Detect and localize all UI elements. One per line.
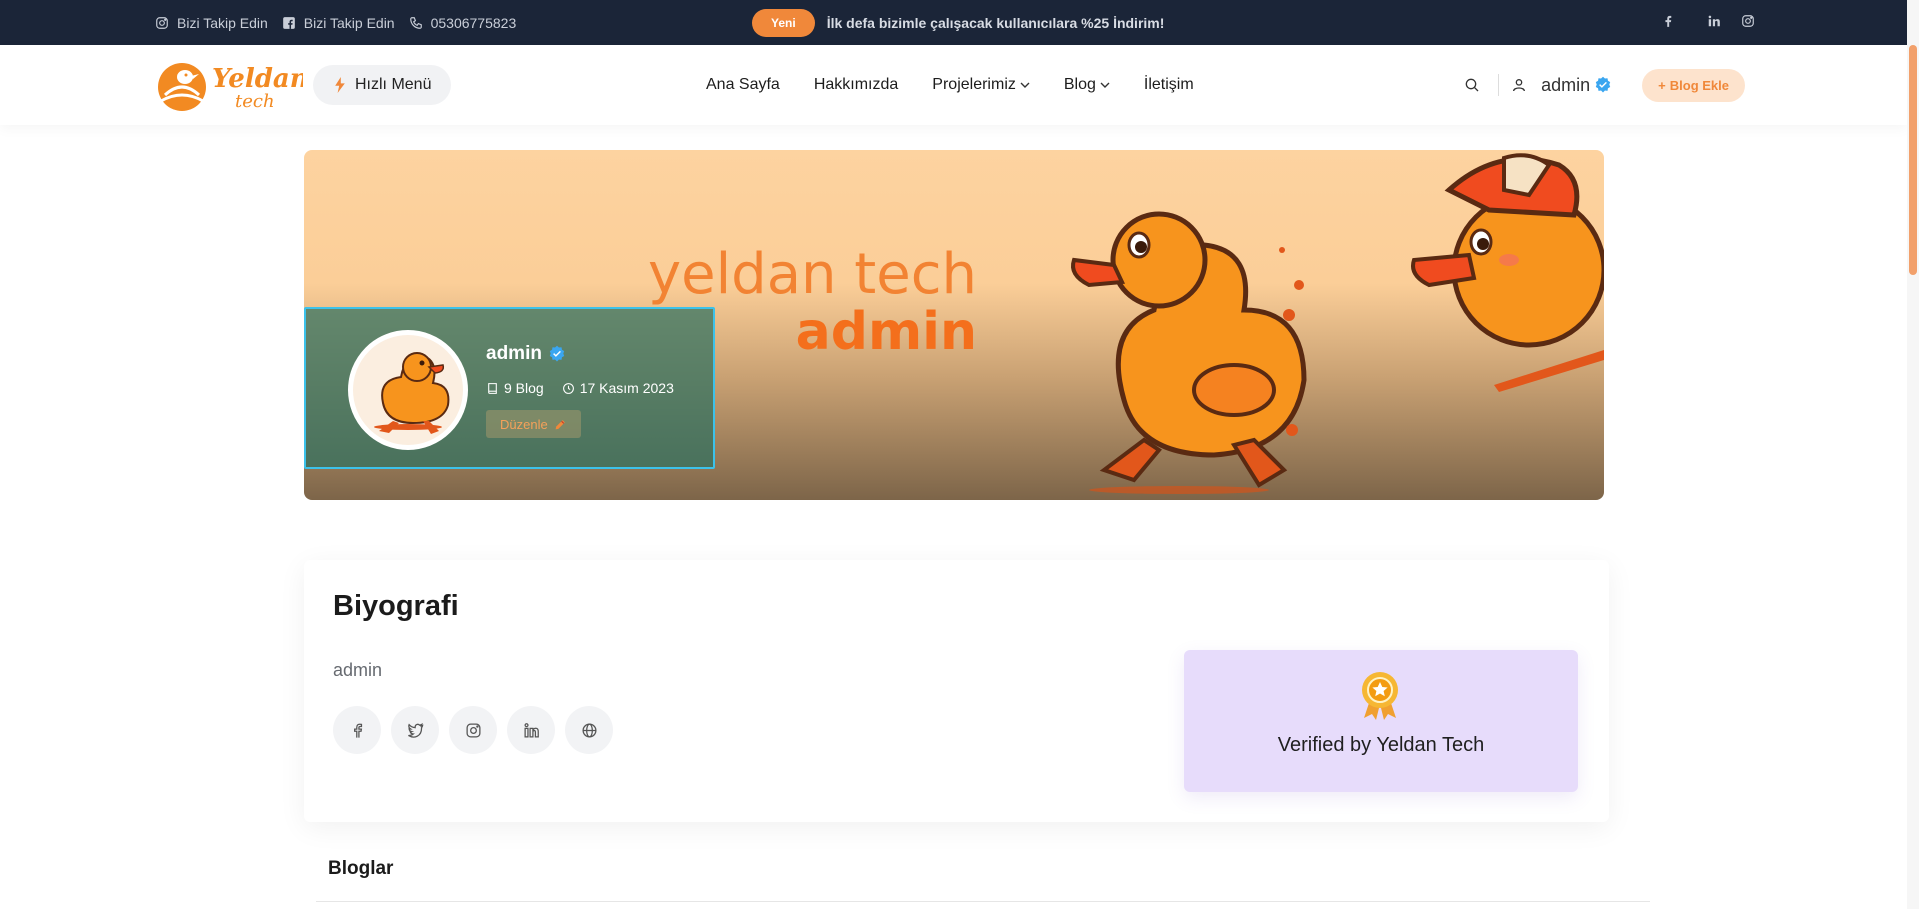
blog-count: 9 Blog bbox=[486, 380, 544, 396]
facebook-icon bbox=[282, 16, 295, 29]
new-badge: Yeni bbox=[752, 8, 815, 37]
join-date-text: 17 Kasım 2023 bbox=[579, 380, 674, 396]
banner-subtitle: admin bbox=[795, 302, 977, 362]
nav-item-blog[interactable]: Blog bbox=[1064, 76, 1110, 94]
nav-item-label: Hakkımızda bbox=[813, 76, 899, 93]
twitter-icon bbox=[407, 722, 423, 738]
facebook-follow-label: Bizi Takip Edin bbox=[303, 14, 395, 31]
edit-label: Düzenle bbox=[500, 416, 548, 432]
clock-icon bbox=[562, 382, 574, 394]
promo-text: İlk defa bizimle çalışacak kullanıcılara… bbox=[826, 14, 1165, 31]
instagram-icon bbox=[1742, 15, 1754, 27]
verified-badge-icon bbox=[1595, 76, 1611, 93]
main-nav: Ana Sayfa Hakkımızda Projelerimiz Blog İ… bbox=[706, 45, 1194, 125]
nav-item-about[interactable]: Hakkımızda bbox=[814, 76, 898, 94]
lightning-icon bbox=[335, 77, 345, 93]
phone-icon bbox=[409, 16, 422, 29]
nav-item-home[interactable]: Ana Sayfa bbox=[706, 76, 780, 94]
header-username[interactable]: admin bbox=[1541, 75, 1590, 96]
header-actions: admin + Blog Ekle bbox=[1464, 45, 1745, 125]
blog-add-label: Blog Ekle bbox=[1669, 77, 1729, 93]
page-scrollbar[interactable] bbox=[1907, 0, 1919, 909]
blogs-divider bbox=[316, 901, 1650, 902]
site-logo[interactable]: Yeldan tech bbox=[155, 57, 309, 113]
social-twitter-button[interactable] bbox=[391, 706, 439, 754]
facebook-icon bbox=[1665, 15, 1672, 27]
profile-name: admin bbox=[486, 343, 542, 364]
linkedin-icon bbox=[523, 722, 539, 738]
top-bar-contacts: Bizi Takip Edin Bizi Takip Edin 05306775… bbox=[155, 0, 516, 45]
instagram-follow-link[interactable]: Bizi Takip Edin bbox=[155, 15, 268, 31]
verified-panel: Verified by Yeldan Tech bbox=[1184, 650, 1578, 792]
profile-meta: 9 Blog 17 Kasım 2023 bbox=[486, 380, 674, 396]
avatar bbox=[348, 330, 468, 450]
quick-menu-label: Hızlı Menü bbox=[355, 76, 432, 93]
social-facebook-button[interactable] bbox=[333, 706, 381, 754]
nav-item-projects[interactable]: Projelerimiz bbox=[932, 76, 1030, 94]
book-icon bbox=[488, 382, 497, 394]
chevron-down-icon bbox=[1100, 82, 1110, 88]
facebook-follow-link[interactable]: Bizi Takip Edin bbox=[282, 15, 395, 31]
plus-icon: + bbox=[1658, 77, 1666, 93]
promo-bar: Yeni İlk defa bizimle çalışacak kullanıc… bbox=[752, 0, 1164, 45]
social-links bbox=[333, 706, 613, 754]
running-duck-illustration bbox=[1071, 211, 1307, 494]
blog-count-text: 9 Blog bbox=[504, 380, 544, 396]
duck-with-cap-illustration bbox=[1411, 153, 1604, 392]
svg-text:Yeldan: Yeldan bbox=[212, 64, 303, 94]
top-bar: Bizi Takip Edin Bizi Takip Edin 05306775… bbox=[0, 0, 1919, 45]
linkedin-link[interactable] bbox=[1707, 14, 1721, 31]
medal-icon bbox=[1362, 672, 1398, 720]
instagram-icon bbox=[465, 722, 481, 738]
instagram-icon bbox=[156, 16, 168, 29]
edit-profile-button[interactable]: Düzenle bbox=[486, 410, 581, 438]
facebook-link[interactable] bbox=[1661, 14, 1675, 31]
social-linkedin-button[interactable] bbox=[507, 706, 555, 754]
blog-add-button[interactable]: + Blog Ekle bbox=[1642, 68, 1745, 102]
quick-menu-button[interactable]: Hızlı Menü bbox=[313, 65, 452, 105]
social-website-button[interactable] bbox=[565, 706, 613, 754]
nav-item-label: İletişim bbox=[1143, 76, 1194, 93]
yeldan-duck-logo-icon: Yeldan tech bbox=[158, 63, 309, 112]
verified-badge-icon bbox=[549, 345, 565, 362]
banner-title: yeldan tech bbox=[648, 242, 977, 307]
chevron-down-icon bbox=[1020, 82, 1030, 88]
biography-text: admin bbox=[333, 660, 383, 680]
profile-name-row: admin bbox=[486, 343, 566, 365]
duck-avatar-icon bbox=[374, 352, 450, 434]
scrollbar-thumb[interactable] bbox=[1909, 45, 1917, 275]
instagram-follow-label: Bizi Takip Edin bbox=[177, 14, 268, 31]
pencil-icon bbox=[555, 419, 565, 429]
profile-card: admin 9 Blog 17 Kasım 2023 Düzenle bbox=[304, 307, 715, 469]
verified-text: Verified by Yeldan Tech bbox=[1277, 734, 1485, 756]
join-date: 17 Kasım 2023 bbox=[562, 380, 674, 396]
nav-item-label: Blog bbox=[1063, 76, 1096, 93]
top-bar-socials bbox=[1661, 0, 1755, 45]
biography-card: Biyografi admin Verified by Yeldan Tech bbox=[304, 560, 1609, 822]
social-instagram-button[interactable] bbox=[449, 706, 497, 754]
facebook-icon bbox=[353, 723, 362, 738]
biography-title: Biyografi bbox=[333, 590, 459, 622]
nav-item-contact[interactable]: İletişim bbox=[1144, 76, 1194, 94]
linkedin-icon bbox=[1708, 15, 1720, 27]
phone-number: 05306775823 bbox=[430, 14, 517, 31]
main-header: Yeldan tech Hızlı Menü Ana Sayfa Hakkımı… bbox=[0, 45, 1907, 125]
globe-icon bbox=[581, 722, 597, 738]
user-icon[interactable] bbox=[1511, 77, 1527, 93]
nav-item-label: Projelerimiz bbox=[932, 76, 1016, 93]
svg-text:tech: tech bbox=[235, 91, 275, 112]
header-divider bbox=[1498, 74, 1500, 96]
search-icon[interactable] bbox=[1464, 77, 1480, 93]
phone-link[interactable]: 05306775823 bbox=[409, 14, 517, 31]
nav-item-label: Ana Sayfa bbox=[706, 76, 780, 93]
instagram-link[interactable] bbox=[1741, 14, 1755, 31]
blogs-section-title: Bloglar bbox=[328, 858, 394, 879]
